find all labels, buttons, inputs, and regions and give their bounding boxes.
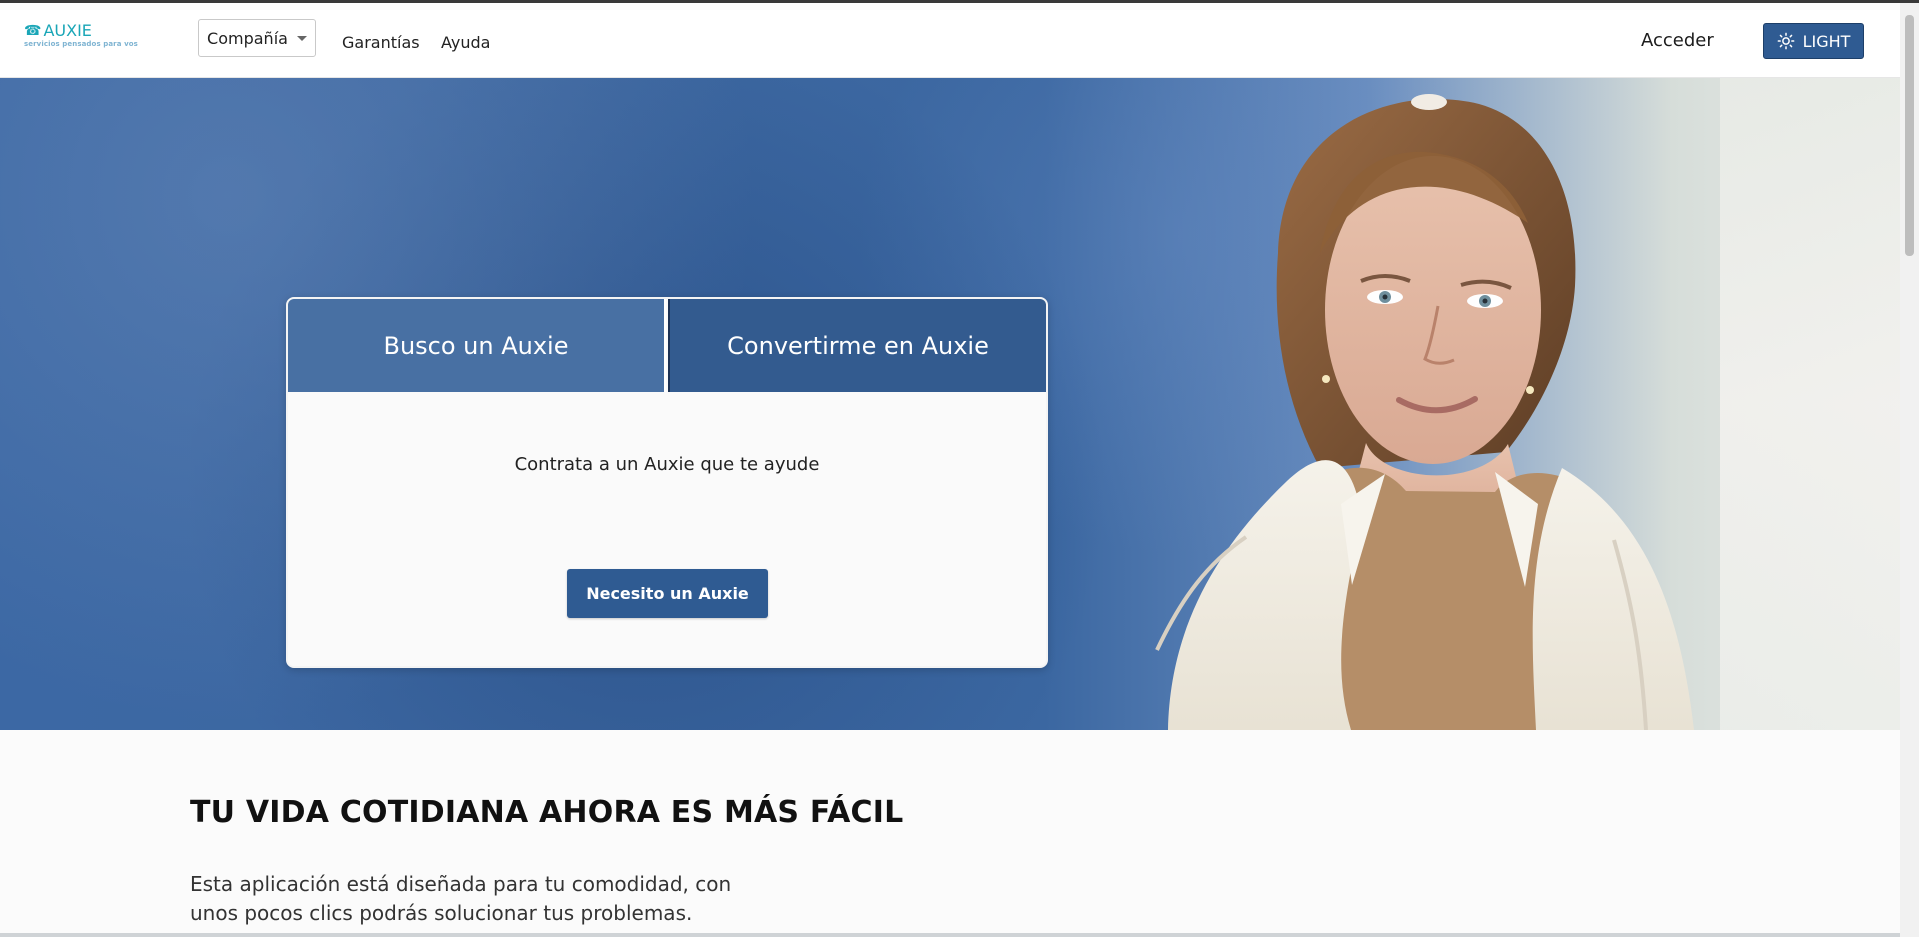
theme-toggle-label: LIGHT xyxy=(1802,31,1851,51)
login-link[interactable]: Acceder xyxy=(1641,30,1714,51)
scrollbar-thumb[interactable] xyxy=(1905,15,1914,256)
need-auxie-button[interactable]: Necesito un Auxie xyxy=(567,569,768,618)
logo-tagline: servicios pensados para vos xyxy=(24,40,138,48)
tab-busco-un-auxie[interactable]: Busco un Auxie xyxy=(288,299,666,392)
logo-main: ☎ AUXIE xyxy=(24,21,144,40)
service-description: Contrata a un Auxie que te ayude xyxy=(514,454,820,475)
hero-banner: Busco un Auxie Convertirme en Auxie Cont… xyxy=(0,78,1900,730)
section-title: TU VIDA COTIDIANA AHORA ES MÁS FÁCIL xyxy=(190,794,904,830)
logo-text: AUXIE xyxy=(43,21,92,40)
nav-link-ayuda[interactable]: Ayuda xyxy=(441,33,490,52)
sun-icon xyxy=(1777,32,1794,50)
nav-link-garantias[interactable]: Garantías xyxy=(342,33,420,52)
service-tabs: Busco un Auxie Convertirme en Auxie xyxy=(288,299,1046,392)
phone-icon: ☎ xyxy=(24,23,42,39)
company-menu-button[interactable]: Compañía xyxy=(198,19,316,57)
woman-portrait-image xyxy=(1155,94,1694,730)
page-scrollbar[interactable] xyxy=(1900,3,1919,937)
window-bottom-border xyxy=(0,933,1900,937)
brand-logo[interactable]: ☎ AUXIE servicios pensados para vos xyxy=(24,23,144,53)
chevron-down-icon xyxy=(296,36,307,41)
company-menu-label: Compañía xyxy=(207,28,288,48)
theme-toggle-button[interactable]: LIGHT xyxy=(1763,23,1864,59)
top-navbar: ☎ AUXIE servicios pensados para vos Comp… xyxy=(0,3,1900,78)
section-description: Esta aplicación está diseñada para tu co… xyxy=(190,872,732,925)
tab-convertirme-en-auxie[interactable]: Convertirme en Auxie xyxy=(668,299,1046,392)
service-selection-card: Busco un Auxie Convertirme en Auxie Cont… xyxy=(286,297,1048,668)
